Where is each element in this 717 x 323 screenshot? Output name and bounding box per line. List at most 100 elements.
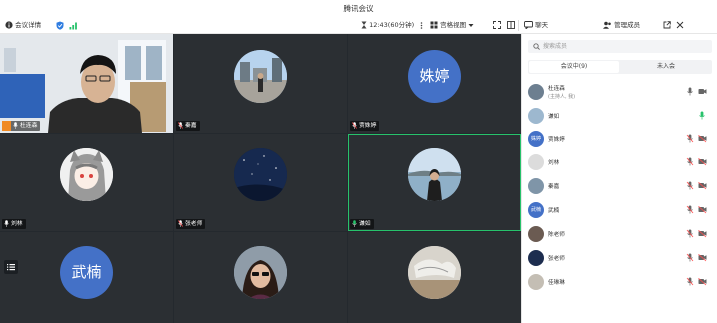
video-tile[interactable]: 姝婷 贾姝婷 — [348, 34, 521, 133]
meeting-info-label: 会议详情 — [15, 21, 42, 29]
grid-view-button[interactable]: 宫格视图 — [430, 17, 474, 34]
list-toggle-button[interactable] — [4, 260, 18, 274]
member-search-placeholder: 搜索成员 — [543, 43, 568, 50]
video-tile[interactable]: 杜连森 — [0, 34, 173, 133]
chat-label: 聊天 — [535, 21, 549, 29]
close-icon[interactable] — [676, 21, 684, 29]
mic-muted-icon — [178, 122, 183, 129]
member-name: 谦如 — [548, 114, 560, 120]
video-tile[interactable] — [348, 232, 521, 323]
participant-name-tag: 贾姝婷 — [350, 121, 380, 131]
mic-muted-icon[interactable] — [686, 205, 694, 214]
member-avatar — [528, 178, 544, 194]
tab-in-meeting[interactable]: 会议中(9) — [529, 61, 619, 73]
street-photo — [234, 50, 287, 103]
grid-view-icon — [430, 21, 438, 29]
member-row[interactable]: 刘林 — [528, 151, 712, 173]
camera-off-icon[interactable] — [698, 157, 707, 166]
woman-photo — [234, 246, 287, 299]
camera-off-icon[interactable] — [698, 229, 707, 238]
camera-off-icon[interactable] — [698, 134, 707, 143]
camera-off-icon[interactable] — [698, 277, 707, 286]
camera-off-icon[interactable] — [698, 253, 707, 262]
member-name: 陈老师 — [548, 232, 565, 238]
grid-view-label: 宫格视图 — [440, 21, 467, 29]
window-title-text: 腾讯会议 — [343, 4, 374, 13]
member-row[interactable]: 张老师 — [528, 247, 712, 269]
participant-initials: 姝婷 — [419, 67, 450, 85]
video-tile[interactable]: 秦嘉 — [174, 34, 347, 133]
participant-avatar — [408, 148, 461, 201]
member-initials-avatar: 姝婷 — [528, 131, 544, 147]
art-photo — [408, 246, 461, 299]
chat-button[interactable]: 聊天 — [524, 17, 548, 34]
member-name: 佳琳琳 — [548, 280, 565, 286]
mic-muted-icon[interactable] — [686, 253, 694, 262]
participant-name-tag: 张老师 — [176, 219, 206, 229]
popout-icon[interactable] — [663, 21, 671, 29]
manage-members-label: 管理成员 — [614, 21, 641, 29]
tab-not-joined[interactable]: 未入会 — [621, 61, 711, 73]
video-tile[interactable]: 张老师 — [174, 134, 347, 231]
member-tabs: 会议中(9) 未入会 — [528, 60, 712, 74]
members-panel: 搜索成员 会议中(9) 未入会 杜连森 (主持人, 我) 谦如姝婷 贾姝婷刘林秦嘉武楠… — [521, 34, 717, 323]
meeting-info-button[interactable]: 会议详情 — [5, 17, 41, 34]
member-row[interactable]: 姝婷 贾姝婷 — [528, 128, 712, 150]
member-search-input[interactable]: 搜索成员 — [528, 40, 712, 53]
member-initials-avatar: 武楠 — [528, 202, 544, 218]
chat-icon — [524, 21, 533, 29]
hourglass-icon — [361, 21, 367, 29]
camera-off-icon[interactable] — [698, 205, 707, 214]
video-tile[interactable] — [174, 232, 347, 323]
participant-name: 谦如 — [359, 221, 371, 227]
member-name: 武楠 — [548, 208, 560, 214]
mic-muted-icon[interactable] — [686, 134, 694, 143]
member-row[interactable]: 陈老师 — [528, 223, 712, 245]
mic-muted-icon[interactable] — [686, 229, 694, 238]
member-row[interactable]: 秦嘉 — [528, 175, 712, 197]
mic-muted-icon[interactable] — [686, 181, 694, 190]
participant-avatar — [234, 148, 287, 201]
member-avatar — [528, 250, 544, 266]
info-icon — [5, 21, 13, 29]
member-row[interactable]: 谦如 — [528, 105, 712, 127]
meeting-toolbar: 会议详情 12:43(60分钟) 宫格视图 聊天 管理成员 — [0, 17, 717, 34]
video-tile[interactable]: 刘林 — [0, 134, 173, 231]
member-avatar — [528, 84, 544, 100]
camera-icon[interactable] — [698, 87, 707, 96]
shield-icon[interactable] — [56, 21, 64, 30]
video-tile-active-speaker[interactable]: 谦如 — [348, 134, 521, 231]
manage-members-button[interactable]: 管理成员 — [603, 17, 640, 34]
mic-speaking-icon — [352, 220, 357, 227]
fullscreen-icon[interactable] — [493, 21, 501, 29]
mic-icon — [4, 220, 9, 227]
member-name: 贾姝婷 — [548, 137, 565, 143]
participant-name: 秦嘉 — [185, 123, 197, 129]
more-icon[interactable] — [419, 22, 424, 29]
member-avatar — [528, 108, 544, 124]
participant-initials-avatar: 武楠 — [60, 246, 113, 299]
mic-muted-icon[interactable] — [686, 157, 694, 166]
signal-icon[interactable] — [69, 21, 78, 30]
participant-name-tag: 杜连森 — [2, 121, 41, 131]
search-icon — [533, 43, 540, 50]
tab-in-meeting-label: 会议中(9) — [560, 63, 588, 70]
member-row[interactable]: 杜连森 (主持人, 我) — [528, 81, 712, 103]
member-initials: 武楠 — [530, 207, 541, 213]
mic-icon[interactable] — [698, 111, 706, 120]
mic-icon[interactable] — [686, 87, 694, 96]
member-name: 张老师 — [548, 256, 565, 262]
camera-off-icon[interactable] — [698, 181, 707, 190]
mic-muted-icon — [352, 122, 357, 129]
participant-name: 张老师 — [185, 221, 203, 227]
member-row[interactable]: 佳琳琳 — [528, 271, 712, 293]
member-row[interactable]: 武楠 武楠 — [528, 199, 712, 221]
member-name: 秦嘉 — [548, 184, 560, 190]
video-tile[interactable]: 武楠 — [0, 232, 173, 323]
member-name: 刘林 — [548, 160, 560, 166]
split-view-icon[interactable] — [507, 21, 515, 29]
participant-avatar — [234, 246, 287, 299]
tab-not-joined-label: 未入会 — [656, 63, 675, 70]
window-title: 腾讯会议 — [0, 0, 717, 17]
mic-muted-icon[interactable] — [686, 277, 694, 286]
